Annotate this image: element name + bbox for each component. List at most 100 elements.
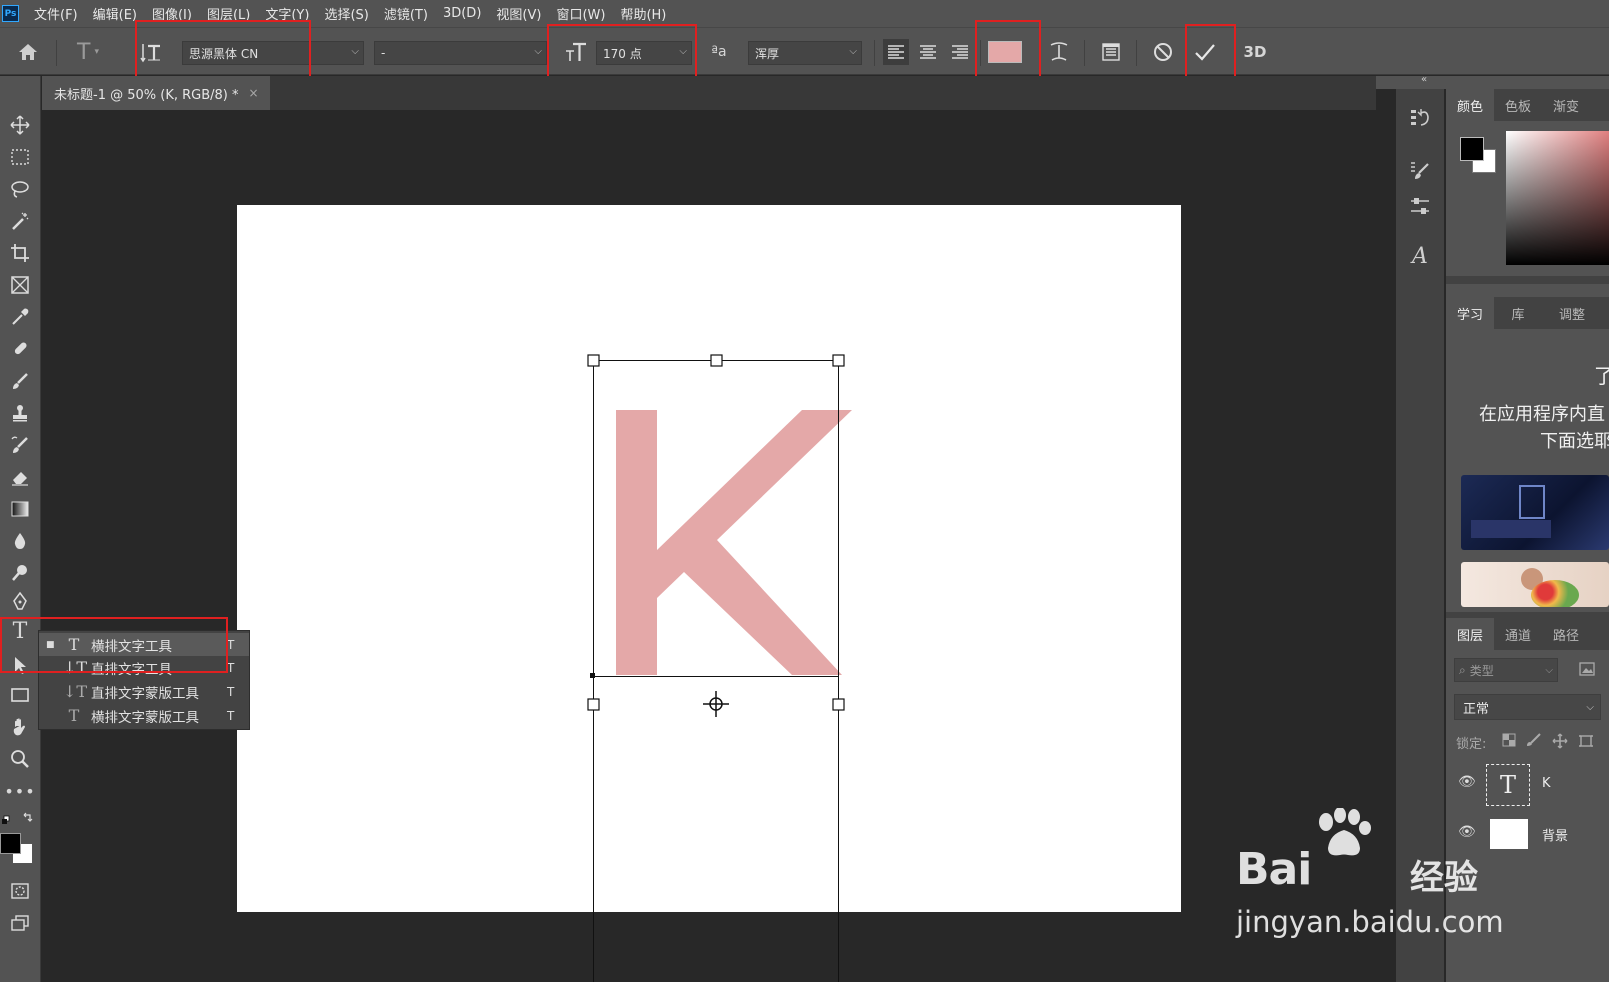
magic-wand-tool-icon[interactable] (4, 206, 36, 236)
font-size-value: 170 点 (603, 46, 642, 61)
zoom-tool-icon[interactable] (4, 744, 36, 774)
screen-mode-icon[interactable] (4, 908, 36, 938)
tab-libraries[interactable]: 库 (1494, 297, 1542, 329)
menu-window[interactable]: 窗口(W) (556, 4, 605, 23)
history-panel-icon[interactable] (1404, 102, 1436, 134)
blur-tool-icon[interactable] (4, 526, 36, 556)
align-left-button[interactable] (882, 28, 910, 76)
layer-name: K (1542, 776, 1551, 791)
menu-file[interactable]: 文件(F) (34, 4, 78, 23)
learn-thumbnail-flowers[interactable] (1461, 562, 1609, 607)
tab-swatches[interactable]: 色板 (1494, 89, 1542, 121)
tab-layers[interactable]: 图层 (1446, 618, 1494, 650)
font-size-field[interactable]: 170 点 ⌵ (596, 41, 692, 65)
clone-stamp-tool-icon[interactable] (4, 398, 36, 428)
home-icon[interactable] (10, 28, 46, 76)
font-size-icon (562, 28, 590, 76)
learn-heading: 了 (1594, 364, 1609, 388)
adjustments-sliders-icon[interactable] (1404, 190, 1436, 222)
tab-learn[interactable]: 学习 (1446, 297, 1494, 329)
cancel-edit-icon[interactable] (1148, 28, 1178, 76)
marquee-tool-icon[interactable] (4, 142, 36, 172)
layer-filter-search[interactable]: ⌕ 类型 ⌵ (1454, 658, 1558, 682)
gradient-tool-icon[interactable] (4, 494, 36, 524)
menu-help[interactable]: 帮助(H) (620, 4, 666, 23)
lock-transparent-icon[interactable] (1502, 733, 1516, 747)
brush-tool-icon[interactable] (4, 366, 36, 396)
menu-filter[interactable]: 滤镜(T) (384, 4, 428, 23)
flyout-shortcut: T (227, 684, 235, 699)
move-tool-icon[interactable] (4, 110, 36, 140)
dodge-tool-icon[interactable] (4, 558, 36, 588)
pen-tool-icon[interactable] (4, 590, 36, 612)
lock-pixels-brush-icon[interactable] (1526, 733, 1542, 747)
type-tool-preset-icon[interactable]: T ▾ (64, 28, 112, 76)
flyout-vertical-type-mask[interactable]: ↓T 直排文字蒙版工具 T (39, 680, 249, 703)
path-selection-tool-icon[interactable] (4, 650, 36, 680)
3d-button[interactable]: 3D (1238, 28, 1272, 76)
document-tab[interactable]: 未标题-1 @ 50% (K, RGB/8) * × (42, 76, 270, 110)
menu-3d[interactable]: 3D(D) (443, 6, 481, 21)
antialias-select[interactable]: 浑厚 ⌵ (748, 41, 862, 65)
eraser-tool-icon[interactable] (4, 462, 36, 492)
menu-select[interactable]: 选择(S) (324, 4, 368, 23)
tab-gradients[interactable]: 渐变 (1542, 89, 1590, 121)
character-panel-icon[interactable] (1096, 28, 1126, 76)
chevron-down-icon: ⌵ (1545, 664, 1553, 676)
flyout-shortcut: T (227, 637, 235, 652)
more-tools-icon[interactable]: ••• (4, 776, 36, 806)
image-filter-icon[interactable] (1578, 661, 1596, 677)
chevron-down-icon: ⌵ (351, 46, 359, 57)
brush-settings-icon[interactable] (1404, 154, 1436, 186)
commit-checkmark-icon[interactable] (1190, 28, 1220, 76)
menu-layer[interactable]: 图层(L) (207, 4, 250, 23)
menu-type[interactable]: 文字(Y) (265, 4, 309, 23)
lock-artboard-icon[interactable] (1578, 733, 1594, 749)
color-picker-field[interactable] (1506, 131, 1609, 265)
text-color-swatch[interactable] (986, 28, 1024, 76)
align-center-button[interactable] (914, 28, 942, 76)
swap-colors-icon[interactable] (2, 811, 38, 829)
layer-row-background[interactable]: 👁 背景 (1446, 812, 1609, 856)
layer-row-text[interactable]: 👁 T K (1446, 760, 1609, 810)
flyout-vertical-type[interactable]: ↓T 直排文字工具 T (39, 656, 249, 679)
rectangle-tool-icon[interactable] (4, 680, 36, 710)
color-panel-fg-bg-icon[interactable] (1460, 137, 1498, 175)
collapse-arrows-icon[interactable]: « (1421, 74, 1427, 85)
menu-view[interactable]: 视图(V) (496, 4, 541, 23)
lock-position-move-icon[interactable] (1552, 733, 1568, 749)
flyout-horizontal-type[interactable]: ■ T 横排文字工具 T (39, 633, 249, 656)
align-right-button[interactable] (946, 28, 974, 76)
history-brush-tool-icon[interactable] (4, 430, 36, 460)
horizontal-type-tool-icon[interactable]: T (4, 616, 36, 646)
frame-tool-icon[interactable] (4, 270, 36, 300)
close-icon[interactable]: × (249, 86, 259, 100)
font-style-select[interactable]: - ⌵ (374, 41, 547, 65)
blend-mode-select[interactable]: 正常 ⌵ (1454, 694, 1601, 720)
healing-brush-tool-icon[interactable] (4, 334, 36, 364)
toggle-text-orientation-icon[interactable] (136, 28, 166, 76)
learn-thumbnail-room[interactable] (1461, 475, 1609, 550)
eyedropper-tool-icon[interactable] (4, 302, 36, 332)
flyout-label: 直排文字蒙版工具 (91, 685, 199, 702)
flyout-horizontal-type-mask[interactable]: T 横排文字蒙版工具 T (39, 704, 249, 727)
font-family-select[interactable]: 思源黑体 CN ⌵ (182, 41, 364, 65)
menu-edit[interactable]: 编辑(E) (93, 4, 137, 23)
tab-adjustments[interactable]: 调整 (1542, 297, 1602, 329)
align-left-icon (883, 39, 909, 65)
quick-mask-icon[interactable] (4, 876, 36, 906)
hand-tool-icon[interactable] (4, 712, 36, 742)
eye-visibility-icon[interactable]: 👁 (1458, 824, 1476, 840)
glyphs-panel-icon[interactable]: A (1404, 240, 1436, 272)
crop-tool-icon[interactable] (4, 238, 36, 268)
lasso-tool-icon[interactable] (4, 174, 36, 204)
tab-paths[interactable]: 路径 (1542, 618, 1590, 650)
menu-image[interactable]: 图像(I) (152, 4, 192, 23)
foreground-background-color-icon[interactable] (0, 831, 36, 864)
warp-text-icon[interactable] (1044, 28, 1074, 76)
tab-channels[interactable]: 通道 (1494, 618, 1542, 650)
tab-color[interactable]: 颜色 (1446, 89, 1494, 121)
eye-visibility-icon[interactable]: 👁 (1458, 774, 1476, 790)
blend-mode-value: 正常 (1463, 701, 1490, 717)
text-bounding-box (587, 354, 852, 982)
